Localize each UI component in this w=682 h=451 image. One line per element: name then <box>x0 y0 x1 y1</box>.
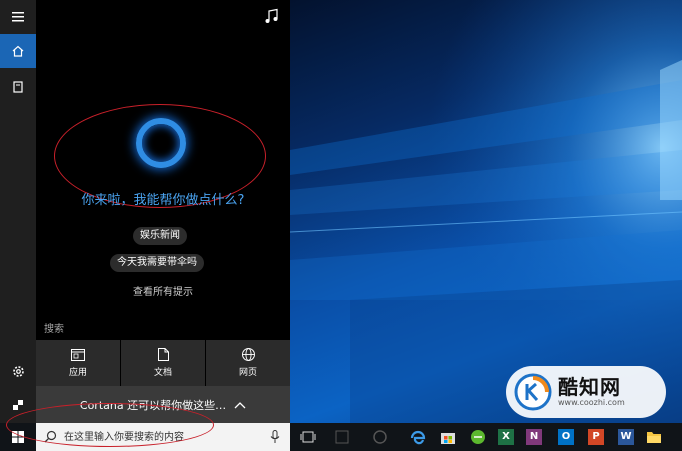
excel-button[interactable]: X <box>496 427 516 447</box>
notebook-button[interactable] <box>0 70 36 104</box>
notebook-icon <box>13 81 23 93</box>
category-web-button[interactable]: 网页 <box>206 340 290 386</box>
hamburger-menu-icon <box>12 12 24 22</box>
chevron-up-icon <box>234 401 246 408</box>
suggestion-chip-news[interactable]: 娱乐新闻 <box>133 227 187 245</box>
taskbar-app-2[interactable] <box>370 427 390 447</box>
cortana-greeting: 你来啦，我能帮你做点什么? <box>81 193 245 208</box>
file-explorer-button[interactable] <box>644 427 664 447</box>
task-view-button[interactable] <box>298 427 318 447</box>
store-button[interactable] <box>438 427 458 447</box>
annotation-ellipse-search <box>6 403 214 447</box>
watermark-url: www.coozhi.com <box>558 398 625 407</box>
powerpoint-icon: P <box>588 429 604 445</box>
feedback-icon <box>13 400 23 410</box>
edge-legacy-icon <box>373 430 387 444</box>
hamburger-menu-button[interactable] <box>0 0 36 34</box>
green-app-icon <box>471 430 485 444</box>
see-all-tips-link[interactable]: 查看所有提示 <box>36 283 290 298</box>
word-button[interactable]: W <box>616 427 636 447</box>
coozhi-logo-icon <box>514 373 552 411</box>
onenote-button[interactable]: N <box>524 427 544 447</box>
word-icon: W <box>618 429 634 445</box>
watermark-text: 酷知网 www.coozhi.com <box>558 376 625 408</box>
folder-icon <box>647 432 661 443</box>
watermark-title: 酷知网 <box>558 375 621 399</box>
category-apps-label: 应用 <box>68 367 87 378</box>
task-view-icon <box>300 431 316 443</box>
music-recognition-icon[interactable] <box>264 8 280 24</box>
settings-icon <box>12 365 24 377</box>
document-icon <box>157 348 169 361</box>
category-documents-button[interactable]: 文档 <box>121 340 205 386</box>
store-icon <box>441 433 455 444</box>
suggestion-chip-umbrella[interactable]: 今天我需要带伞吗 <box>110 254 204 272</box>
globe-icon <box>241 348 255 361</box>
edge-browser-button[interactable] <box>408 427 428 447</box>
app-window-icon <box>71 348 85 361</box>
taskbar-app-1[interactable] <box>332 427 352 447</box>
outlook-icon: O <box>558 429 574 445</box>
powerpoint-button[interactable]: P <box>586 427 606 447</box>
outlook-button[interactable]: O <box>556 427 576 447</box>
cortana-panel: 你来啦，我能帮你做点什么? 娱乐新闻 今天我需要带伞吗 查看所有提示 搜索 应用… <box>36 0 290 423</box>
green-app-button[interactable] <box>468 427 488 447</box>
category-web-label: 网页 <box>238 368 257 378</box>
edge-icon <box>410 430 426 445</box>
search-categories: 应用 文档 网页 <box>36 340 290 386</box>
settings-button[interactable] <box>0 354 36 388</box>
category-documents-label: 文档 <box>153 368 172 378</box>
category-apps-button[interactable]: 应用 <box>36 340 120 386</box>
app-blank-icon <box>335 430 349 444</box>
watermark: 酷知网 www.coozhi.com <box>506 366 666 418</box>
search-section-label: 搜索 <box>44 324 64 335</box>
microphone-icon[interactable] <box>270 430 280 444</box>
home-button[interactable] <box>0 34 36 68</box>
onenote-icon: N <box>526 429 542 445</box>
desktop-wallpaper <box>290 0 682 423</box>
excel-icon: X <box>498 429 514 445</box>
home-icon <box>12 45 24 57</box>
cortana-left-rail <box>0 0 36 451</box>
